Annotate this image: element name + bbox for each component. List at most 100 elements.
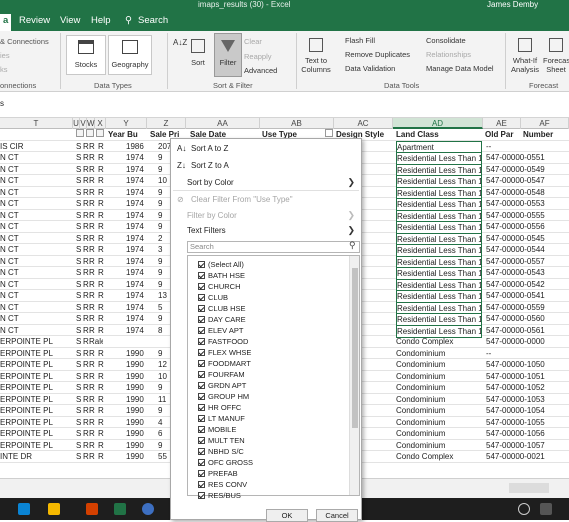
stocks-button[interactable]: Stocks [66,35,106,75]
cell-y[interactable]: 1990 [126,348,146,359]
reapply-button[interactable]: Reapply [244,52,272,61]
column-header-af[interactable]: AF [521,118,569,129]
column-header-ac[interactable]: AC [334,118,393,129]
excel-icon[interactable] [114,503,126,515]
cell-y[interactable]: 1974 [126,164,146,175]
cell-t[interactable]: N CT [0,210,72,221]
cell-x[interactable]: R [98,221,106,232]
cell-x[interactable]: R [98,187,106,198]
cell-ae[interactable]: 547-00000-0548 [486,187,568,198]
filter-search-input[interactable]: Search [187,241,360,253]
cell-y[interactable]: 1974 [126,325,146,336]
cell-t[interactable]: ERPOINTE PL [0,371,72,382]
tab-review[interactable]: Review [19,15,50,26]
advanced-button[interactable]: Advanced [244,66,277,75]
cell-y[interactable]: 1974 [126,313,146,324]
cell-x[interactable]: R [98,371,106,382]
filter-value-item[interactable]: ELEV APT [198,325,243,336]
cell-ad[interactable]: Condominium [396,359,482,370]
filter-value-item[interactable]: FOURFAM [198,369,245,380]
cell-ae[interactable]: 547-00000-0561 [486,325,568,336]
cell-u[interactable]: S [76,440,82,451]
filter-value-item[interactable]: FASTFOOD [198,336,248,347]
cell-x[interactable]: R [98,233,106,244]
checkbox-checked-icon[interactable] [198,448,205,455]
sort-button[interactable]: Sort [187,35,209,75]
cell-ae[interactable]: 547-00000-0551 [486,152,568,163]
text-filters-item[interactable]: Text Filters [187,226,226,235]
cell-ad[interactable]: Condo Complex [396,336,482,347]
filter-value-item[interactable]: GRDN APT [198,380,246,391]
cell-t[interactable]: N CT [0,187,72,198]
cell-t[interactable]: ERPOINTE PL [0,348,72,359]
sort-by-color-item[interactable]: Sort by Color [187,178,234,187]
checkbox-checked-icon[interactable] [198,492,205,499]
cell-ae[interactable]: 547-00000-1051 [486,371,568,382]
cell-u[interactable]: S [76,267,82,278]
consolidate-button[interactable]: Consolidate [426,36,466,45]
cell-u[interactable]: S [76,428,82,439]
tab-help[interactable]: Help [91,15,111,26]
column-header-u[interactable]: U [73,118,80,129]
cell-u[interactable]: S [76,405,82,416]
cell-t[interactable]: N CT [0,198,72,209]
filter-value-item[interactable]: LT MANUF [198,413,245,424]
checkbox-checked-icon[interactable] [198,481,205,488]
cell-t[interactable]: ERPOINTE PL [0,394,72,405]
store-icon[interactable] [48,503,60,515]
cell-y[interactable]: 1974 [126,187,146,198]
cell-ae[interactable]: 547-00000-1053 [486,394,568,405]
cell-t[interactable]: ERPOINTE PL [0,359,72,370]
cell-u[interactable]: S [76,244,82,255]
filter-value-item[interactable]: CLUB [198,292,228,303]
checkbox-checked-icon[interactable] [198,283,205,290]
tab-data[interactable]: a [0,14,12,31]
filter-by-color-item[interactable]: Filter by Color [187,211,237,220]
cell-u[interactable]: S [76,325,82,336]
cell-x[interactable]: R [98,210,106,221]
filter-value-item[interactable]: GROUP HM [198,391,249,402]
cell-x[interactable]: R [98,405,106,416]
cell-t[interactable]: N CT [0,244,72,255]
checkbox-checked-icon[interactable] [198,316,205,323]
cell-t[interactable]: INTE DR [0,451,72,462]
cell-x[interactable]: R [98,267,106,278]
filter-value-item[interactable]: FLEX WHSE [198,347,251,358]
cell-x[interactable]: R [98,348,106,359]
filter-value-item[interactable]: NBHD S/C [198,446,244,457]
cell-x[interactable]: R [98,164,106,175]
cell-x[interactable]: R [98,256,106,267]
cell-y[interactable]: 1974 [126,302,146,313]
cell-u[interactable]: S [76,382,82,393]
filter-dropdown-x[interactable] [96,129,104,137]
cell-u[interactable]: S [76,198,82,209]
cell-ad[interactable]: Condominium [396,440,482,451]
column-header-w[interactable]: W [87,118,95,129]
cell-x[interactable]: R [98,394,106,405]
cell-u[interactable]: S [76,279,82,290]
filter-value-item[interactable]: FOODMART [198,358,251,369]
cell-y[interactable]: 1990 [126,417,146,428]
cell-y[interactable]: 1974 [126,221,146,232]
filter-button[interactable]: Filter [214,33,242,77]
cell-t[interactable]: ERPOINTE PL [0,405,72,416]
cell-y[interactable]: 1974 [126,244,146,255]
cell-x[interactable]: R [98,141,106,152]
cell-t[interactable]: N CT [0,267,72,278]
column-header-z[interactable]: Z [147,118,186,129]
name-box[interactable]: s [0,99,4,108]
clear-filter-item[interactable]: Clear Filter From "Use Type" [191,195,293,204]
cell-t[interactable]: N CT [0,302,72,313]
cell-y[interactable]: 1990 [126,405,146,416]
cell-ae[interactable]: 547-00000-0545 [486,233,568,244]
checkbox-checked-icon[interactable] [198,404,205,411]
cell-ad[interactable]: Condo Complex [396,451,482,462]
cell-ae[interactable]: 547-00000-0559 [486,302,568,313]
cell-x[interactable]: R [98,325,106,336]
cell-ae[interactable]: 547-00000-0543 [486,267,568,278]
cell-y[interactable]: 1974 [126,256,146,267]
edge-icon[interactable] [18,503,30,515]
cancel-button[interactable]: Cancel [316,509,358,522]
checkbox-checked-icon[interactable] [198,393,205,400]
horizontal-scrollbar[interactable] [509,483,549,493]
